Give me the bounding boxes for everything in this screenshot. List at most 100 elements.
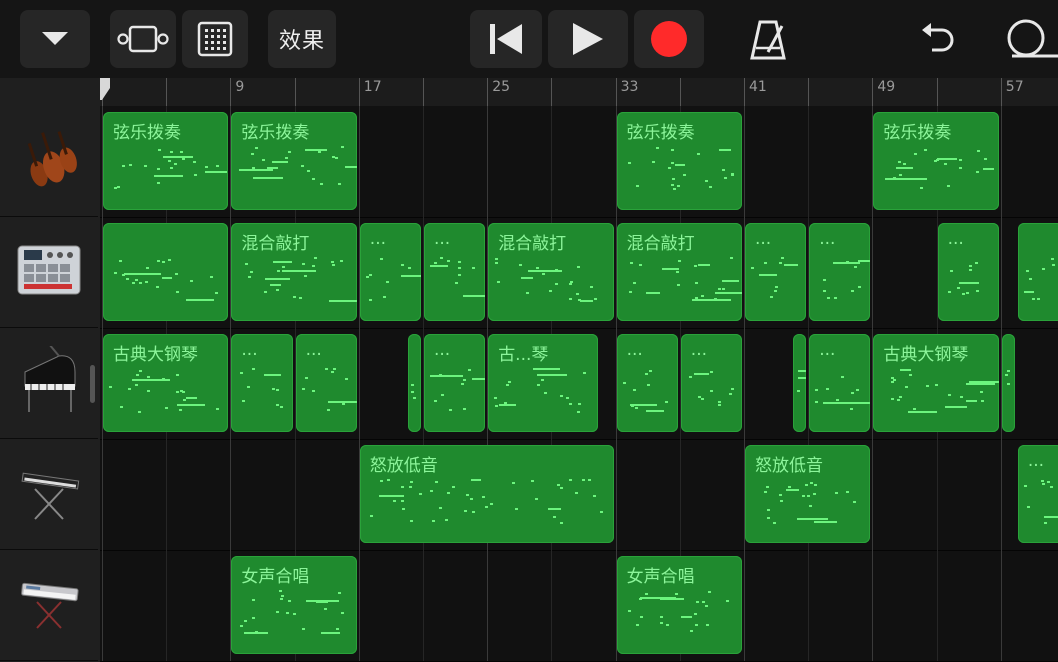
midi-region[interactable]: 弦乐拨奏 xyxy=(873,112,999,210)
midi-region[interactable]: 怒放低音 xyxy=(745,445,871,543)
midi-region[interactable]: 混合敲打 xyxy=(231,223,357,321)
midi-note xyxy=(944,163,948,165)
loop-browser-button[interactable] xyxy=(1004,16,1058,62)
track-lane[interactable]: 女声合唱 女声合唱 xyxy=(100,550,1058,662)
midi-note xyxy=(850,408,854,410)
midi-note xyxy=(276,289,280,291)
midi-note xyxy=(138,411,141,413)
track-lane[interactable]: 古典大钢琴......... 古...琴......... 古典大钢琴 xyxy=(100,328,1058,440)
midi-region[interactable]: ... xyxy=(616,334,678,432)
ruler-tick xyxy=(1000,78,1002,106)
midi-region[interactable]: ... xyxy=(937,223,999,321)
midi-note xyxy=(307,170,311,172)
midi-note xyxy=(176,374,179,376)
playhead-marker[interactable] xyxy=(100,78,110,100)
midi-region[interactable]: 弦乐拨奏 xyxy=(616,112,742,210)
midi-region[interactable] xyxy=(407,334,421,432)
tracks-area[interactable]: 弦乐拨奏 弦乐拨奏 弦乐拨奏 弦乐拨奏 混合敲打...... 混合敲打 混合敲打......… xyxy=(100,106,1058,662)
track-header[interactable] xyxy=(0,439,98,550)
midi-region[interactable] xyxy=(793,334,807,432)
midi-note xyxy=(176,391,179,393)
midi-region[interactable]: ... xyxy=(745,223,807,321)
midi-region[interactable]: ... xyxy=(680,334,742,432)
play-button[interactable] xyxy=(548,10,628,68)
track-lane[interactable]: 混合敲打...... 混合敲打 混合敲打......... xyxy=(100,217,1058,329)
midi-region[interactable] xyxy=(1017,223,1058,321)
note-pattern xyxy=(109,368,222,426)
track-header[interactable] xyxy=(0,106,98,217)
midi-region[interactable]: 女声合唱 xyxy=(616,556,742,654)
track-header[interactable] xyxy=(0,217,98,328)
midi-note xyxy=(834,297,838,299)
ruler-tick xyxy=(487,78,489,106)
midi-note xyxy=(700,398,704,400)
midi-note xyxy=(157,260,160,262)
midi-note xyxy=(519,264,523,266)
midi-note xyxy=(635,624,639,626)
midi-note xyxy=(628,291,632,293)
bar-gridline xyxy=(1000,106,1002,217)
midi-note xyxy=(463,510,467,512)
go-to-beginning-button[interactable] xyxy=(470,10,542,68)
midi-note xyxy=(272,161,289,163)
midi-note xyxy=(841,376,845,378)
region-name: ... xyxy=(819,340,836,360)
track-lane[interactable]: 怒放低音 怒放低音... xyxy=(100,439,1058,551)
effects-button[interactable]: 效果 xyxy=(268,10,336,68)
undo-button[interactable] xyxy=(918,20,958,58)
record-button[interactable] xyxy=(634,10,704,68)
midi-region[interactable]: 女声合唱 xyxy=(231,556,357,654)
midi-note xyxy=(240,372,244,374)
midi-region[interactable]: 古典大钢琴 xyxy=(873,334,999,432)
track-lane[interactable]: 弦乐拨奏 弦乐拨奏 弦乐拨奏 弦乐拨奏 xyxy=(100,106,1058,218)
midi-note xyxy=(311,390,315,392)
midi-region[interactable]: 怒放低音 xyxy=(359,445,614,543)
midi-note xyxy=(180,151,183,153)
midi-note xyxy=(145,281,148,283)
midi-note xyxy=(379,258,383,260)
midi-note xyxy=(729,257,733,259)
midi-region[interactable]: 混合敲打 xyxy=(616,223,742,321)
midi-region[interactable]: ... xyxy=(424,223,486,321)
region-name: 混合敲打 xyxy=(498,234,567,254)
midi-note xyxy=(136,374,139,376)
midi-note xyxy=(826,388,830,390)
browser-menu-button[interactable] xyxy=(20,10,90,68)
midi-note xyxy=(676,185,680,187)
midi-note xyxy=(139,370,142,372)
track-header-resize-handle[interactable] xyxy=(90,365,95,403)
tracks-view-button[interactable] xyxy=(110,10,176,68)
midi-region[interactable]: ... xyxy=(295,334,357,432)
midi-region[interactable]: ... xyxy=(809,223,871,321)
track-header[interactable] xyxy=(0,550,98,661)
ruler-tick xyxy=(423,78,424,106)
midi-region[interactable]: 古...琴 xyxy=(488,334,598,432)
note-pattern xyxy=(687,368,736,426)
midi-region[interactable]: 弦乐拨奏 xyxy=(103,112,229,210)
timeline-ruler[interactable]: 9 17 25 33 41 49 57 xyxy=(100,78,1058,106)
midi-region[interactable]: ... xyxy=(809,334,871,432)
midi-note xyxy=(961,293,965,295)
midi-region[interactable]: ... xyxy=(359,223,421,321)
midi-region[interactable]: 混合敲打 xyxy=(488,223,614,321)
midi-region[interactable]: 弦乐拨奏 xyxy=(231,112,357,210)
track-header[interactable] xyxy=(0,328,98,439)
midi-note xyxy=(670,149,674,151)
midi-note xyxy=(147,376,150,378)
midi-region[interactable] xyxy=(1001,334,1015,432)
midi-region[interactable] xyxy=(103,223,229,321)
midi-region[interactable]: 古典大钢琴 xyxy=(103,334,229,432)
midi-region[interactable]: ... xyxy=(424,334,486,432)
midi-region[interactable]: ... xyxy=(1017,445,1058,543)
note-pattern xyxy=(815,257,871,315)
midi-note xyxy=(645,292,660,294)
smart-controls-button[interactable] xyxy=(182,10,248,68)
midi-region[interactable]: ... xyxy=(231,334,293,432)
midi-note xyxy=(555,283,559,285)
metronome-button[interactable] xyxy=(748,18,788,62)
midi-note xyxy=(891,398,895,400)
midi-note xyxy=(764,491,767,493)
midi-note xyxy=(689,630,693,632)
midi-note xyxy=(856,389,860,391)
midi-note xyxy=(412,397,416,399)
